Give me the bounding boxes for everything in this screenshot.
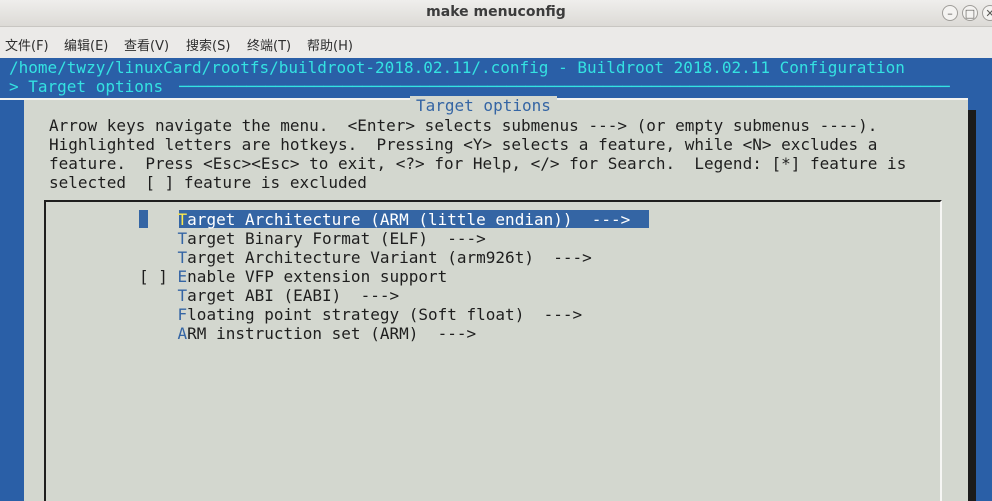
help-line-3: feature. Press <Esc><Esc> to exit, <?> f… (49, 154, 907, 173)
maximize-button[interactable]: □ (962, 5, 978, 21)
menu-terminal[interactable]: 终端(T) (247, 35, 291, 54)
menu-item-hotkey: T (177, 229, 188, 248)
config-path-header: /home/twzy/linuxCard/rootfs/buildroot-20… (9, 58, 905, 77)
menu-item[interactable]: [ ] Enable VFP extension support (139, 267, 630, 286)
breadcrumb: > Target options (9, 77, 164, 96)
menu-item-prefix (139, 229, 178, 248)
menu-item[interactable]: Floating point strategy (Soft float) ---… (139, 305, 630, 324)
menu-edit[interactable]: 编辑(E) (64, 35, 108, 54)
menu-item-label: arget Architecture (ARM (little endian))… (187, 210, 631, 229)
menu-item-prefix (139, 286, 178, 305)
menu-help[interactable]: 帮助(H) (307, 35, 353, 54)
menu-search[interactable]: 搜索(S) (186, 35, 230, 54)
menu-item-prefix (139, 324, 178, 343)
help-line-2: Highlighted letters are hotkeys. Pressin… (49, 135, 878, 154)
help-line-4: selected [ ] feature is excluded (49, 173, 367, 192)
menu-item-hotkey: E (177, 267, 188, 286)
menu-item-hotkey: T (177, 248, 188, 267)
menu-item[interactable]: Target ABI (EABI) ---> (139, 286, 630, 305)
menu-item-prefix (139, 210, 178, 229)
window-titlebar[interactable]: make menuconfig – □ ✕ (0, 0, 992, 27)
menu-item-prefix: [ ] (139, 267, 178, 286)
menu-item-label: nable VFP extension support (187, 267, 448, 286)
menu-file[interactable]: 文件(F) (5, 35, 49, 54)
menu-item-label: loating point strategy (Soft float) ---> (187, 305, 583, 324)
menubar: 文件(F) 编辑(E) 查看(V) 搜索(S) 终端(T) 帮助(H) (0, 27, 992, 58)
help-line-1: Arrow keys navigate the menu. <Enter> se… (49, 116, 878, 135)
window-title: make menuconfig (426, 4, 566, 20)
menu-item-hotkey: T (177, 210, 188, 229)
dialog-shadow (968, 110, 976, 501)
menu-items: Target Architecture (ARM (little endian)… (139, 210, 630, 343)
menu-item-hotkey: A (177, 324, 188, 343)
menu-item-label: arget ABI (EABI) ---> (187, 286, 400, 305)
menu-item-hotkey: F (177, 305, 188, 324)
dialog-title: Target options (410, 96, 557, 115)
menu-item-label: arget Architecture Variant (arm926t) ---… (187, 248, 592, 267)
menu-item-hotkey: T (177, 286, 188, 305)
menu-view[interactable]: 查看(V) (124, 35, 169, 54)
menu-item-prefix (139, 305, 178, 324)
menu-item[interactable]: Target Architecture (ARM (little endian)… (139, 210, 631, 229)
menu-item[interactable]: Target Binary Format (ELF) ---> (139, 229, 630, 248)
menu-item-label: RM instruction set (ARM) ---> (187, 324, 477, 343)
minimize-button[interactable]: – (942, 5, 958, 21)
menu-item-prefix (139, 248, 178, 267)
close-button[interactable]: ✕ (982, 5, 992, 21)
menu-item[interactable]: Target Architecture Variant (arm926t) --… (139, 248, 630, 267)
menu-item-label: arget Binary Format (ELF) ---> (187, 229, 486, 248)
menu-item[interactable]: ARM instruction set (ARM) ---> (139, 324, 630, 343)
breadcrumb-rule: ────────────────────────────────────────… (179, 77, 950, 96)
